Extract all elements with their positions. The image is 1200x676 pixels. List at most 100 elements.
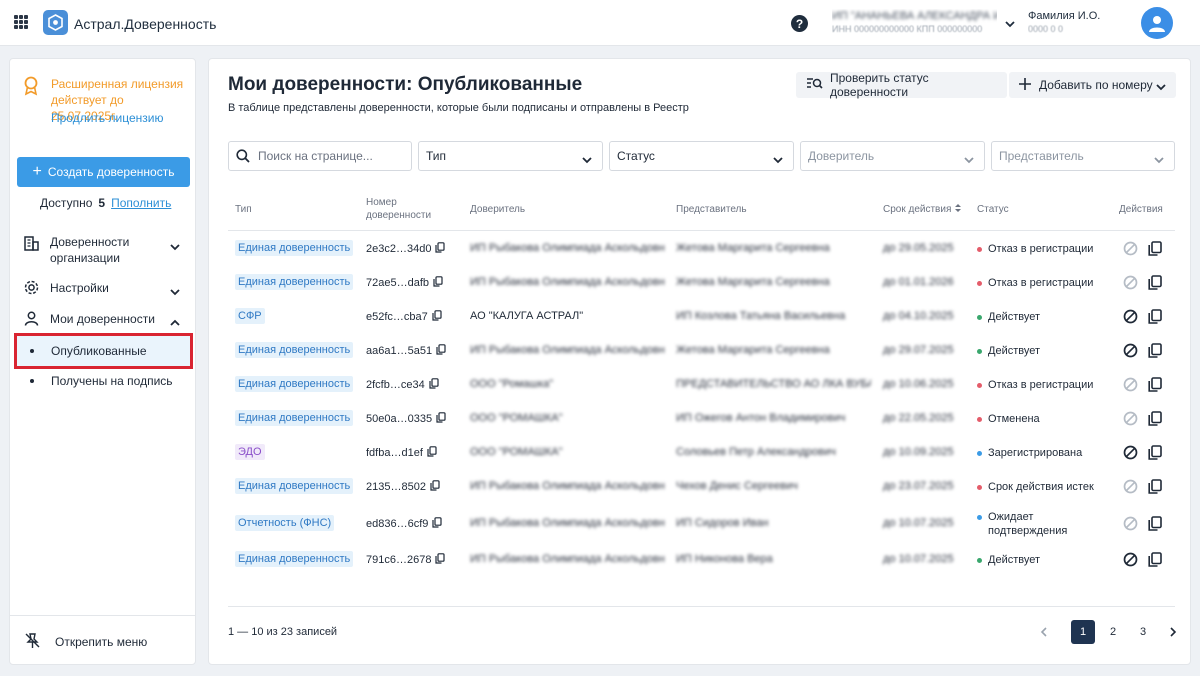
page-button[interactable]: 2 — [1101, 620, 1125, 644]
column-representative[interactable]: Представитель — [676, 203, 747, 216]
avatar[interactable] — [1141, 7, 1173, 39]
copy-icon[interactable] — [1148, 275, 1162, 293]
revoke-icon[interactable] — [1123, 309, 1138, 327]
organization-selector[interactable]: ИП "АНАНЬЕВА АЛЕКСАНДРА ИГОРЕВНА ЦЕНТР" … — [832, 9, 997, 37]
table-row[interactable]: Отчетность (ФНС) ed836…6cf9 ИП Рыбакова Ол… — [228, 504, 1175, 544]
search-placeholder: Поиск на странице... — [258, 149, 373, 163]
table-row[interactable]: Единая доверенность 791c6…2678 ИП Рыбакова… — [228, 543, 1175, 577]
copy-icon[interactable] — [432, 517, 442, 531]
table-row[interactable]: Единая доверенность 50e0a…0335 ООО "РОМАШК… — [228, 402, 1175, 436]
add-by-number-button[interactable]: Добавить по номеру — [1009, 72, 1176, 98]
copy-icon[interactable] — [1148, 552, 1162, 570]
column-status[interactable]: Статус — [977, 203, 1009, 216]
table-row[interactable]: Единая доверенность 2e3c2…34d0 ИП Рыбакова… — [228, 232, 1175, 266]
next-page-icon[interactable] — [1161, 620, 1185, 644]
copy-icon[interactable] — [435, 553, 446, 567]
table-row[interactable]: СФР e52fc…cba7 АО "КАЛУГА АСТРАЛ" ИП Козлов… — [228, 300, 1175, 334]
representative-filter[interactable]: Представитель — [991, 141, 1175, 171]
revoke-icon — [1123, 275, 1138, 293]
copy-icon[interactable] — [1148, 411, 1162, 429]
column-principal[interactable]: Доверитель — [470, 203, 525, 216]
sidebar-item-published[interactable]: Опубликованные — [14, 333, 193, 369]
app-logo — [43, 10, 68, 35]
status-cell: Отменена — [977, 412, 1097, 426]
revoke-icon — [1123, 411, 1138, 429]
row-actions — [1123, 309, 1162, 327]
chevron-down-icon[interactable] — [1005, 17, 1015, 31]
row-actions — [1123, 445, 1162, 463]
renew-license-link[interactable]: Продлить лицензию — [51, 111, 163, 125]
prev-page-icon[interactable] — [1031, 620, 1055, 644]
sidebar-item-my-proxies[interactable]: Мои доверенности — [10, 310, 197, 330]
copy-icon[interactable] — [427, 446, 437, 460]
type-badge: ЭДО — [235, 444, 265, 460]
validity-cell: до 22.05.2025 — [883, 412, 953, 424]
search-icon — [236, 149, 250, 163]
apps-grid-icon[interactable] — [14, 15, 28, 29]
principal-filter-label: Доверитель — [808, 149, 875, 163]
sidebar-item-settings[interactable]: Настройки — [10, 279, 197, 299]
table-row[interactable]: Единая доверенность 72ae5…dafb ИП Рыбакова… — [228, 266, 1175, 300]
sidebar-item-label: Опубликованные — [51, 344, 147, 358]
row-actions — [1123, 275, 1162, 293]
table-row[interactable]: Единая доверенность aa6a1…5a51 ИП Рыбакова… — [228, 334, 1175, 368]
copy-icon[interactable] — [1148, 445, 1162, 463]
status-cell: Отказ в регистрации — [977, 276, 1097, 290]
column-number[interactable]: Номер доверенности — [366, 196, 446, 222]
user-info[interactable]: Фамилия И.О. 0000 0 0 — [1028, 9, 1108, 35]
validity-cell: до 10.06.2025 — [883, 378, 953, 390]
copy-icon[interactable] — [1148, 377, 1162, 395]
user-name: Фамилия И.О. — [1028, 10, 1101, 22]
chevron-down-icon — [582, 153, 592, 167]
status-dot — [977, 315, 982, 320]
unpin-menu-button[interactable]: Открепить меню — [24, 632, 147, 652]
plus-icon — [1019, 77, 1031, 93]
principal-filter[interactable]: Доверитель — [800, 141, 985, 171]
type-filter[interactable]: Тип — [418, 141, 603, 171]
copy-icon[interactable] — [436, 412, 446, 426]
row-actions — [1123, 479, 1162, 497]
table-row[interactable]: ЭДО fdfba…d1ef ООО "РОМАШКА" Соловьев Петр … — [228, 436, 1175, 470]
status-text: Действует — [988, 345, 1041, 357]
copy-icon[interactable] — [432, 310, 442, 324]
page-button[interactable]: 1 — [1071, 620, 1095, 644]
copy-icon[interactable] — [1148, 516, 1162, 534]
copy-icon[interactable] — [1148, 479, 1162, 497]
sidebar-item-received-for-signature[interactable]: Получены на подпись — [17, 366, 190, 396]
status-text: Отказ в регистрации — [988, 277, 1094, 289]
chevron-down-icon — [773, 153, 783, 167]
table-row[interactable]: Единая доверенность 2fcfb…ce34 ООО "Ромашк… — [228, 368, 1175, 402]
table-row[interactable]: Единая доверенность 2135…8502 ИП Рыбакова … — [228, 470, 1175, 504]
license-badge-icon — [23, 76, 39, 99]
create-proxy-button[interactable]: + Создать доверенность — [17, 157, 190, 187]
copy-icon[interactable] — [1148, 343, 1162, 361]
org-details: ИНН 000000000000 КПП 000000000 — [832, 24, 983, 34]
copy-icon[interactable] — [433, 276, 443, 290]
revoke-icon[interactable] — [1123, 343, 1138, 361]
copy-icon[interactable] — [429, 378, 439, 392]
revoke-icon — [1123, 241, 1138, 259]
check-status-button[interactable]: Проверить статус доверенности — [796, 71, 1007, 99]
status-filter[interactable]: Статус — [609, 141, 794, 171]
proxy-number-text: e52fc…cba7 — [366, 311, 428, 323]
revoke-icon[interactable] — [1123, 552, 1138, 570]
copy-icon[interactable] — [1148, 241, 1162, 259]
topup-link[interactable]: Пополнить — [111, 196, 171, 210]
search-input[interactable]: Поиск на странице... — [228, 141, 412, 171]
copy-icon[interactable] — [430, 480, 440, 494]
help-icon[interactable]: ? — [791, 15, 808, 32]
status-text: Зарегистрирована — [988, 447, 1083, 459]
column-type[interactable]: Тип — [235, 203, 252, 216]
sidebar-item-org-proxies[interactable]: Доверенности организации — [10, 234, 197, 268]
page-button[interactable]: 3 — [1131, 620, 1155, 644]
status-cell: Зарегистрирована — [977, 446, 1097, 460]
column-validity[interactable]: Срок действия — [883, 203, 962, 217]
status-dot — [977, 383, 982, 388]
copy-icon[interactable] — [1148, 309, 1162, 327]
copy-icon[interactable] — [435, 242, 446, 256]
proxy-number-text: 2e3c2…34d0 — [366, 243, 432, 255]
revoke-icon[interactable] — [1123, 445, 1138, 463]
validity-cell: до 23.07.2025 — [883, 480, 953, 492]
representative-cell: ИП Никонова Вера — [676, 553, 773, 565]
copy-icon[interactable] — [436, 344, 446, 358]
